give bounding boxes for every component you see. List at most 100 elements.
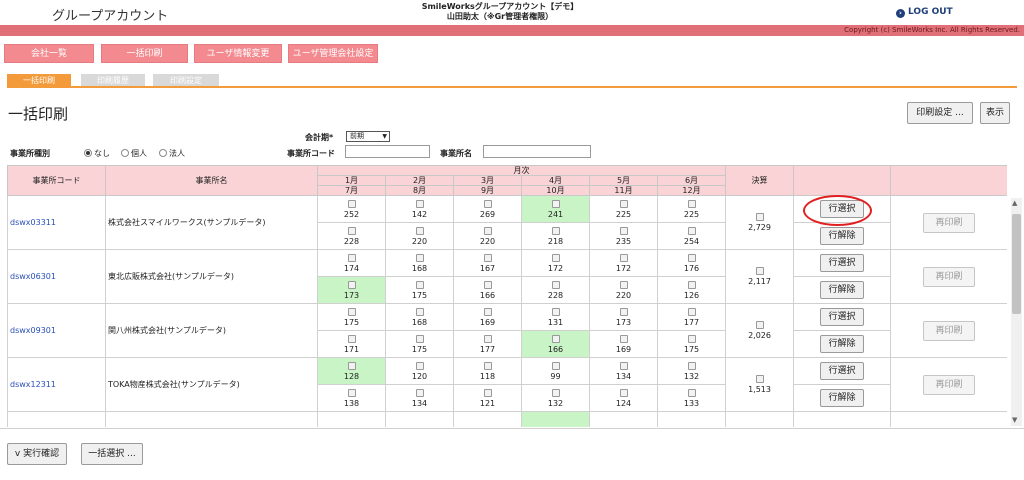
checkbox-icon[interactable] [483, 253, 492, 262]
checkbox-icon[interactable] [415, 307, 424, 316]
checkbox-icon[interactable] [347, 334, 356, 343]
checkbox-icon[interactable] [483, 199, 492, 208]
checkbox-icon[interactable] [415, 253, 424, 262]
month-cell[interactable]: 177 [453, 330, 522, 358]
checkbox-icon[interactable] [687, 307, 696, 316]
month-cell[interactable]: 132 [656, 357, 727, 385]
month-cell[interactable]: 220 [385, 222, 454, 250]
month-cell[interactable]: 218 [521, 222, 590, 250]
checkbox-icon[interactable] [415, 388, 424, 397]
month-cell[interactable]: 175 [656, 330, 727, 358]
month-cell[interactable]: 173 [317, 276, 386, 304]
checkbox-icon[interactable] [619, 199, 628, 208]
checkbox-icon[interactable] [687, 253, 696, 262]
month-cell[interactable]: 124 [589, 384, 658, 412]
checkbox-icon[interactable] [551, 307, 560, 316]
reprint-button[interactable]: 再印刷 [923, 320, 976, 341]
checkbox-icon[interactable] [483, 307, 492, 316]
month-cell[interactable]: 235 [589, 222, 658, 250]
row-select-button[interactable]: 行選択 [820, 308, 865, 326]
checkbox-icon[interactable] [755, 267, 764, 275]
radio-none[interactable]: なし [84, 148, 110, 159]
checkbox-icon[interactable] [551, 388, 560, 397]
checkbox-icon[interactable] [551, 199, 560, 208]
month-cell[interactable]: 134 [589, 357, 658, 385]
checkbox-icon[interactable] [687, 199, 696, 208]
office-code-link[interactable]: dswx12311 [7, 357, 106, 412]
checkbox-icon[interactable] [347, 361, 356, 370]
reprint-button[interactable]: 再印刷 [923, 266, 976, 287]
row-deselect-button[interactable]: 行解除 [820, 227, 865, 245]
reprint-button[interactable]: 再印刷 [923, 374, 976, 395]
month-cell[interactable]: 177 [656, 303, 727, 331]
month-cell[interactable]: 132 [521, 384, 590, 412]
month-cell[interactable]: 133 [656, 384, 727, 412]
row-deselect-button[interactable]: 行解除 [820, 389, 865, 407]
month-cell[interactable]: 228 [317, 222, 386, 250]
month-cell[interactable]: 175 [385, 276, 454, 304]
checkbox-icon[interactable] [415, 199, 424, 208]
checkbox-icon[interactable] [551, 226, 560, 235]
month-cell[interactable]: 171 [317, 330, 386, 358]
nav-user-company-settings-button[interactable]: ユーザ管理会社設定 [288, 44, 378, 63]
row-select-button[interactable]: 行選択 [820, 200, 865, 218]
month-cell[interactable]: 120 [385, 357, 454, 385]
checkbox-icon[interactable] [687, 226, 696, 235]
month-cell[interactable]: 126 [656, 276, 727, 304]
nav-company-list-button[interactable]: 会社一覧 [4, 44, 94, 63]
checkbox-icon[interactable] [347, 253, 356, 262]
checkbox-icon[interactable] [347, 199, 356, 208]
month-cell[interactable]: 220 [453, 222, 522, 250]
radio-individual[interactable]: 個人 [121, 148, 147, 159]
nav-bulk-print-button[interactable]: 一括印刷 [101, 44, 188, 63]
month-cell[interactable]: 173 [589, 303, 658, 331]
checkbox-icon[interactable] [483, 361, 492, 370]
month-cell[interactable]: 166 [521, 330, 590, 358]
checkbox-icon[interactable] [551, 280, 560, 289]
print-settings-button[interactable]: 印刷設定 ... [907, 102, 973, 124]
checkbox-icon[interactable] [755, 375, 764, 383]
month-cell[interactable]: 225 [589, 195, 658, 223]
checkbox-icon[interactable] [347, 280, 356, 289]
scroll-down-icon[interactable]: ▼ [1012, 416, 1017, 424]
checkbox-icon[interactable] [619, 253, 628, 262]
checkbox-icon[interactable] [551, 334, 560, 343]
radio-corporation[interactable]: 法人 [159, 148, 185, 159]
month-cell[interactable]: 128 [317, 357, 386, 385]
row-select-button[interactable]: 行選択 [820, 254, 865, 272]
reprint-button[interactable]: 再印刷 [923, 212, 976, 233]
month-cell[interactable]: 172 [589, 249, 658, 277]
nav-user-info-button[interactable]: ユーザ情報変更 [194, 44, 282, 63]
office-code-link[interactable]: dswx09301 [7, 303, 106, 358]
month-cell[interactable]: 169 [453, 303, 522, 331]
office-code-input[interactable] [345, 145, 430, 158]
month-cell[interactable]: 241 [521, 195, 590, 223]
checkbox-icon[interactable] [347, 388, 356, 397]
checkbox-icon[interactable] [551, 361, 560, 370]
checkbox-icon[interactable] [687, 361, 696, 370]
month-cell[interactable]: 168 [385, 249, 454, 277]
checkbox-icon[interactable] [755, 213, 764, 221]
month-cell[interactable]: 252 [317, 195, 386, 223]
checkbox-icon[interactable] [483, 334, 492, 343]
settlement-cell[interactable]: 1,513 [725, 357, 795, 412]
settlement-cell[interactable]: 2,117 [725, 249, 795, 304]
checkbox-icon[interactable] [619, 334, 628, 343]
month-cell[interactable]: 99 [521, 357, 590, 385]
execute-confirm-button[interactable]: v 実行確認 [7, 443, 67, 465]
month-cell[interactable]: 131 [521, 303, 590, 331]
month-cell[interactable]: 118 [453, 357, 522, 385]
checkbox-icon[interactable] [347, 226, 356, 235]
settlement-cell[interactable]: 2,729 [725, 195, 795, 250]
checkbox-icon[interactable] [619, 388, 628, 397]
row-select-button[interactable]: 行選択 [820, 362, 865, 380]
month-cell[interactable]: 228 [521, 276, 590, 304]
month-cell[interactable]: 138 [317, 384, 386, 412]
checkbox-icon[interactable] [483, 280, 492, 289]
checkbox-icon[interactable] [687, 280, 696, 289]
checkbox-icon[interactable] [619, 307, 628, 316]
month-cell[interactable]: 175 [385, 330, 454, 358]
checkbox-icon[interactable] [415, 361, 424, 370]
month-cell[interactable]: 254 [656, 222, 727, 250]
checkbox-icon[interactable] [619, 226, 628, 235]
